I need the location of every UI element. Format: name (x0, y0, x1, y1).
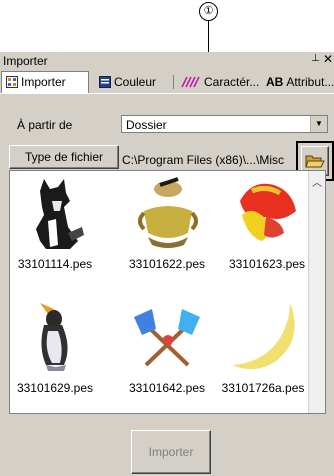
tab-caractere[interactable]: Caractér... (177, 72, 259, 92)
stitch-icon (181, 76, 200, 88)
file-thumbnail[interactable]: 33101642.pes (122, 295, 212, 395)
vertical-scrollbar[interactable]: ︿ (308, 171, 325, 413)
tab-separator (173, 75, 174, 89)
tab-bar: Importer Couleur Caractér... AB Attribut.… (0, 71, 334, 94)
file-name: 33101629.pes (16, 381, 94, 395)
file-thumbnail[interactable]: 33101114.pes (10, 171, 100, 271)
grid-icon (6, 76, 18, 88)
open-folder-icon (305, 155, 325, 168)
panel-titlebar: Importer ⊥ ✕ (0, 52, 334, 70)
tab-caractere-label: Caractér... (204, 75, 260, 89)
file-thumbnail[interactable]: 33101629.pes (10, 295, 100, 395)
moon-icon (232, 303, 295, 370)
tab-couleur-label: Couleur (114, 75, 157, 89)
scroll-up-icon[interactable]: ︿ (309, 174, 325, 189)
wolf-icon (36, 179, 84, 249)
panel-title: Importer (3, 54, 48, 68)
source-select-value: Dossier (126, 118, 167, 132)
pin-icon[interactable]: ⊥ (311, 53, 320, 64)
shoes-icon (240, 183, 296, 241)
chevron-down-icon[interactable]: ▼ (310, 116, 327, 132)
tab-importer[interactable]: Importer (1, 71, 89, 93)
source-select[interactable]: Dossier ▼ (121, 115, 328, 133)
tab-importer-label: Importer (21, 75, 66, 89)
palette-icon (99, 76, 111, 88)
penguin-icon (40, 303, 68, 371)
file-name: 33101642.pes (128, 381, 206, 395)
file-name: 33101726a.pes (221, 381, 305, 395)
importer-panel: Importer ⊥ ✕ Importer Couleur Caractér..… (0, 52, 334, 476)
filetype-button[interactable]: Type de fichier (9, 145, 119, 169)
source-label: À partir de (17, 118, 73, 132)
axes-icon (134, 309, 200, 367)
file-thumbnail[interactable]: 33101623.pes (222, 171, 312, 271)
tab-attribut[interactable]: AB Attribut... (264, 72, 334, 92)
close-icon[interactable]: ✕ (323, 52, 333, 66)
file-name: 33101622.pes (128, 257, 206, 271)
import-button-label: Importer (148, 445, 194, 459)
file-name: 33101623.pes (228, 257, 306, 271)
import-button[interactable]: Importer (131, 430, 211, 474)
file-thumbnail[interactable]: 33101726a.pes (218, 295, 308, 395)
pot-icon (138, 177, 198, 248)
file-thumbnail[interactable]: 33101622.pes (122, 171, 212, 271)
filetype-button-label: Type de fichier (24, 150, 104, 164)
tab-attribut-label: Attribut... (286, 75, 334, 89)
ab-icon: AB (266, 75, 284, 89)
callout-number: ① (199, 2, 218, 21)
tab-couleur[interactable]: Couleur (95, 72, 156, 92)
file-list: 33101114.pes 33101622.pes 33101623.pes 3… (9, 170, 326, 414)
folder-path: C:\Program Files (x86)\...\Misc (122, 153, 285, 167)
file-name: 33101114.pes (17, 257, 93, 271)
